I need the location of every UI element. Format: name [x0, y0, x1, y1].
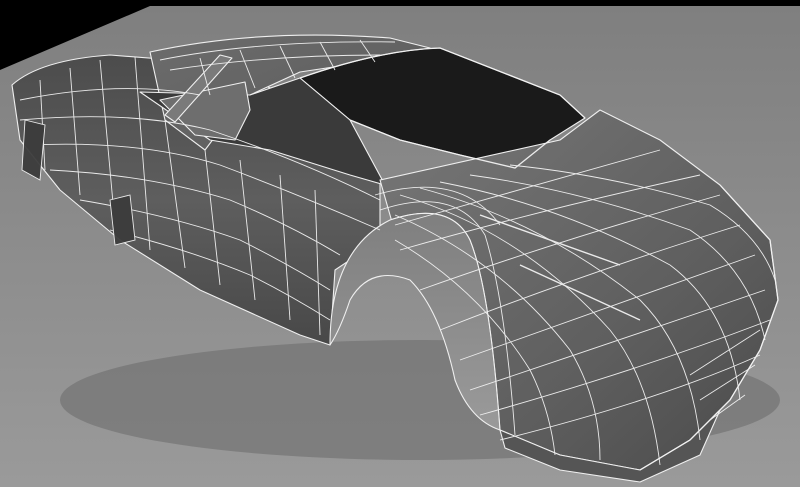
- 3d-viewport[interactable]: [0, 0, 800, 487]
- render-scene: [0, 0, 800, 487]
